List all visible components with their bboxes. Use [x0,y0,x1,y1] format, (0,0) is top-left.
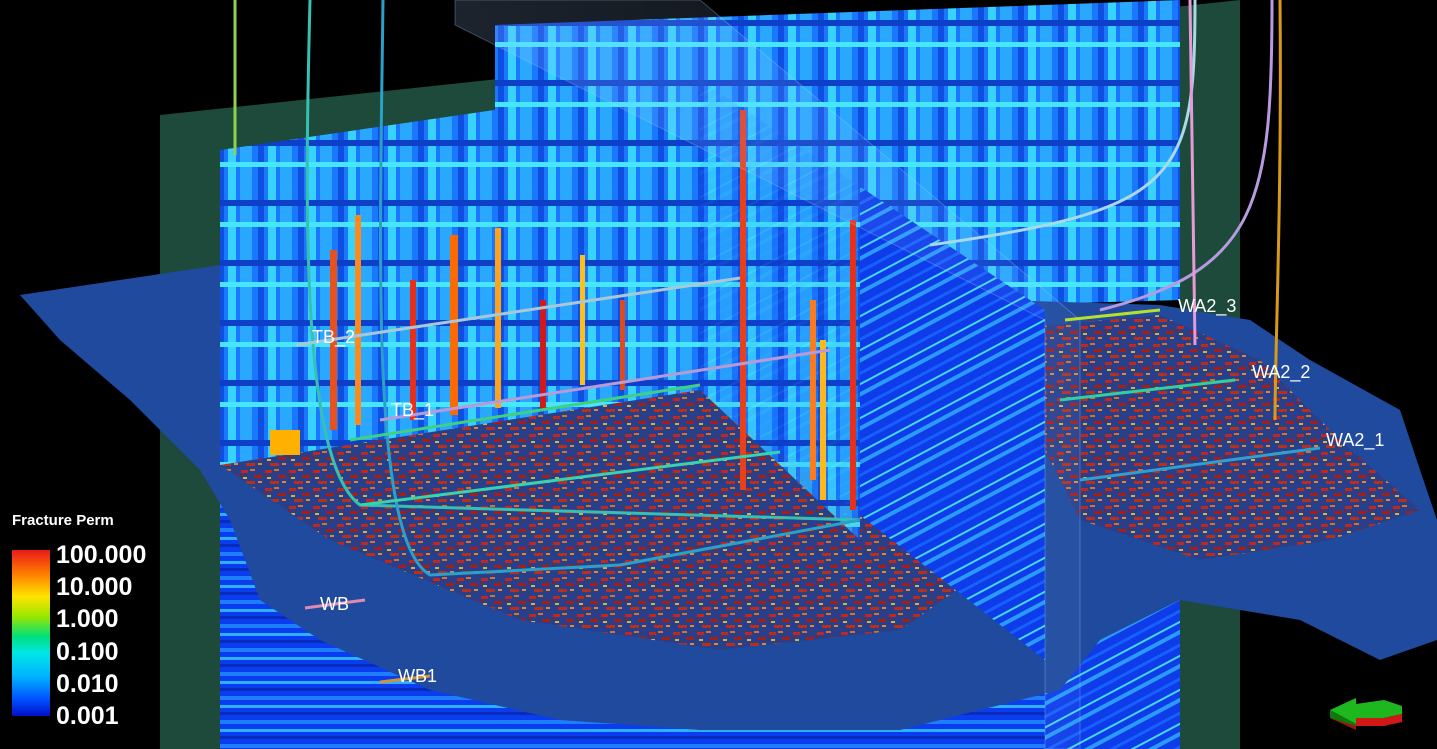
well-label-wb: WB [320,594,349,614]
legend-tick-10: 10.000 [56,573,133,601]
legend-colorbar [12,550,50,716]
3d-viewport[interactable]: TB_2 TB_1 WA2_3 WA2_2 WA2_1 WB WB1 Fract… [0,0,1437,749]
well-label-tb-2: TB_2 [312,327,356,347]
well-label-wa2-2: WA2_2 [1252,362,1311,382]
well-label-wa2-3: WA2_3 [1178,296,1237,316]
legend-tick-0-1: 0.100 [56,638,119,666]
well-label-wb1: WB1 [398,666,438,686]
well-label-tb-1: TB_1 [391,400,435,420]
legend-tick-0-001: 0.001 [56,702,119,730]
reservoir-model-scene[interactable] [0,0,1437,749]
legend-tick-100: 100.000 [56,541,147,569]
legend-title: Fracture Perm [12,512,114,529]
axis-arrow-icon[interactable] [1326,688,1406,730]
legend-tick-0-01: 0.010 [56,670,119,698]
legend-tick-1: 1.000 [56,605,119,633]
color-legend: Fracture Perm 100.000 10.000 1.000 0.100… [10,510,170,730]
well-label-wa2-1: WA2_1 [1326,430,1385,450]
